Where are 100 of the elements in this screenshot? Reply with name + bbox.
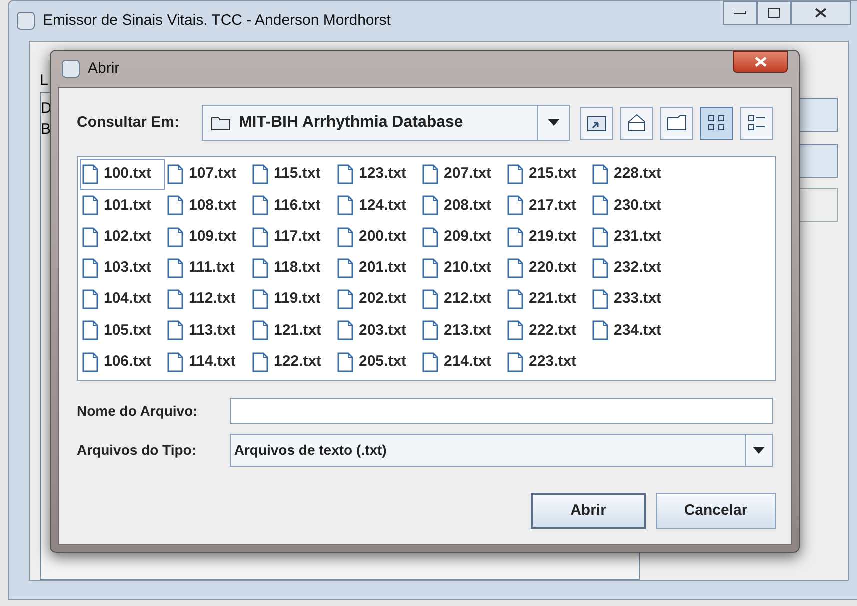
file-item[interactable]: 232.txt	[590, 252, 675, 284]
maximize-icon	[768, 8, 780, 18]
file-item[interactable]: 119.txt	[250, 284, 335, 316]
file-item[interactable]: 209.txt	[420, 222, 505, 253]
file-item[interactable]: 117.txt	[250, 222, 335, 253]
file-item[interactable]: 118.txt	[250, 252, 335, 284]
file-item[interactable]: 112.txt	[165, 284, 250, 316]
file-item[interactable]: 222.txt	[505, 315, 590, 346]
section-label: L	[40, 71, 48, 91]
toolbar-button[interactable]	[740, 106, 773, 140]
file-icon	[82, 289, 99, 310]
file-icon	[422, 352, 439, 373]
file-icon	[337, 320, 354, 342]
file-item[interactable]: 121.txt	[250, 315, 335, 346]
file-icon	[252, 258, 269, 279]
file-item[interactable]: 107.txt	[165, 159, 250, 190]
file-icon	[252, 320, 269, 342]
app-icon	[17, 12, 35, 30]
file-item[interactable]: 202.txt	[335, 284, 420, 316]
toolbar-button[interactable]	[580, 106, 613, 140]
file-item[interactable]: 105.txt	[80, 315, 165, 346]
file-item[interactable]: 220.txt	[505, 252, 590, 284]
file-icon	[507, 195, 524, 216]
file-icon	[167, 289, 184, 310]
file-item[interactable]: 200.txt	[335, 222, 420, 253]
file-item[interactable]: 101.txt	[80, 190, 165, 222]
look-in-dropdown[interactable]: MIT-BIH Arrhythmia Database	[202, 105, 570, 141]
file-item[interactable]: 219.txt	[505, 222, 590, 253]
file-icon	[507, 164, 524, 185]
file-item[interactable]: 116.txt	[250, 190, 335, 222]
file-icon	[592, 289, 609, 310]
file-item[interactable]: 228.txt	[590, 159, 675, 190]
minimize-button[interactable]	[723, 1, 757, 25]
file-icon	[82, 195, 99, 216]
file-icon	[167, 258, 184, 279]
file-item[interactable]: 214.txt	[420, 346, 505, 378]
details-view-icon	[748, 115, 766, 131]
file-item[interactable]: 231.txt	[590, 222, 675, 253]
caret-icon	[548, 119, 560, 127]
file-icon	[337, 258, 354, 279]
toolbar-button[interactable]	[700, 106, 733, 140]
file-item[interactable]: 205.txt	[335, 346, 420, 378]
file-item[interactable]: 100.txt	[80, 159, 165, 190]
file-item[interactable]: 106.txt	[80, 346, 165, 378]
file-item[interactable]: 233.txt	[590, 284, 675, 316]
file-item[interactable]: 113.txt	[165, 315, 250, 346]
file-icon	[167, 195, 184, 216]
maximize-button[interactable]	[757, 1, 791, 25]
file-item[interactable]: 203.txt	[335, 315, 420, 346]
file-icon	[337, 352, 354, 373]
file-item[interactable]: 122.txt	[250, 346, 335, 378]
file-item[interactable]: 221.txt	[505, 284, 590, 316]
file-icon	[592, 226, 609, 248]
file-type-dropdown[interactable]: Arquivos de texto (.txt)	[230, 434, 773, 467]
file-item[interactable]: 217.txt	[505, 190, 590, 222]
close-button[interactable]	[733, 51, 788, 73]
file-item[interactable]: 208.txt	[420, 190, 505, 222]
file-icon	[252, 195, 269, 216]
file-item[interactable]: 201.txt	[335, 252, 420, 284]
file-item[interactable]: 215.txt	[505, 159, 590, 190]
file-item[interactable]: 104.txt	[80, 284, 165, 316]
file-item[interactable]: 102.txt	[80, 222, 165, 253]
file-icon	[507, 258, 524, 279]
file-icon	[252, 164, 269, 185]
file-item[interactable]: 213.txt	[420, 315, 505, 346]
file-icon	[422, 289, 439, 310]
file-icon	[592, 195, 609, 216]
file-item[interactable]: 212.txt	[420, 284, 505, 316]
file-icon	[592, 320, 609, 342]
file-name-field[interactable]	[230, 398, 773, 424]
file-item[interactable]: 124.txt	[335, 190, 420, 222]
file-icon	[507, 352, 524, 373]
file-icon	[167, 164, 184, 185]
file-item[interactable]: 108.txt	[165, 190, 250, 222]
file-item[interactable]: 111.txt	[165, 252, 250, 284]
file-item[interactable]: 103.txt	[80, 252, 165, 284]
file-item[interactable]: 123.txt	[335, 159, 420, 190]
window-title: Emissor de Sinais Vitais. TCC - Anderson Mordhorst	[43, 10, 391, 31]
toolbar-button[interactable]	[660, 106, 693, 140]
folder-up-icon	[586, 114, 606, 132]
file-item[interactable]: 114.txt	[165, 346, 250, 378]
file-icon	[337, 164, 354, 185]
file-icon	[507, 289, 524, 310]
file-item[interactable]: 207.txt	[420, 159, 505, 190]
toolbar-button[interactable]	[620, 106, 653, 140]
file-icon	[82, 352, 99, 373]
dialog-title: Abrir	[88, 58, 120, 79]
close-button[interactable]	[791, 1, 851, 25]
open-button[interactable]: Abrir	[531, 493, 646, 529]
file-item[interactable]: 115.txt	[250, 159, 335, 190]
file-icon	[592, 164, 609, 185]
file-item[interactable]: 210.txt	[420, 252, 505, 284]
file-item[interactable]: 223.txt	[505, 346, 590, 378]
file-item[interactable]: 234.txt	[590, 315, 675, 346]
file-icon	[82, 320, 99, 342]
file-item[interactable]: 109.txt	[165, 222, 250, 253]
file-icon	[252, 289, 269, 310]
file-item[interactable]: 230.txt	[590, 190, 675, 222]
cancel-button[interactable]: Cancelar	[656, 493, 776, 529]
file-icon	[82, 258, 99, 279]
